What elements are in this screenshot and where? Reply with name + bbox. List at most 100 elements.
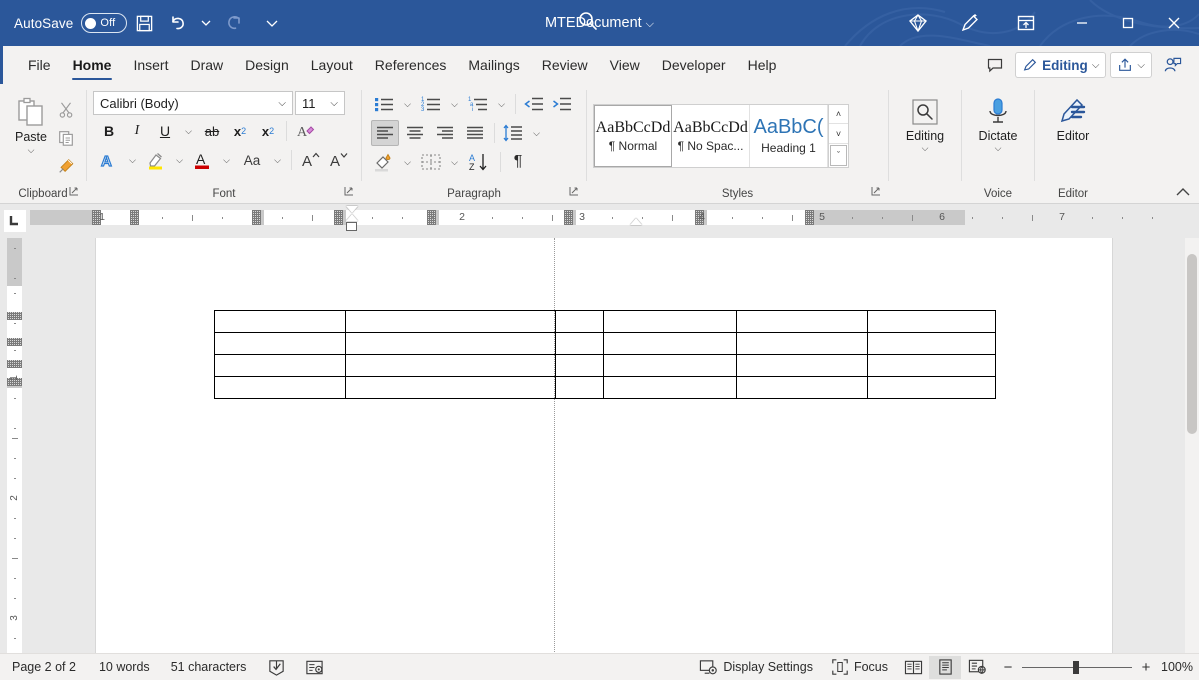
table-cell[interactable] [868, 377, 996, 399]
autosave-toggle[interactable]: Off [81, 13, 127, 33]
style-no-spacing[interactable]: AaBbCcDd ¶ No Spac... [672, 105, 750, 167]
shrink-font-button[interactable]: A [325, 147, 351, 173]
table-cell[interactable] [346, 355, 556, 377]
subscript-button[interactable]: x2 [227, 118, 253, 144]
accessibility-checker-button[interactable] [295, 656, 333, 679]
table-row-marker[interactable] [7, 360, 22, 368]
bullets-button[interactable] [371, 91, 397, 117]
borders-dropdown[interactable]: ⌵ [446, 149, 463, 175]
editing-button[interactable]: Editing ⌵ [895, 91, 955, 152]
copilot-diamond-button[interactable] [901, 6, 935, 40]
numbering-dropdown[interactable]: ⌵ [446, 91, 463, 117]
font-size-combo[interactable]: 11 ⌵ [295, 91, 345, 115]
paste-button[interactable]: Paste ⌵ [10, 91, 52, 156]
tab-review[interactable]: Review [531, 46, 599, 84]
style-normal[interactable]: AaBbCcDd ¶ Normal [594, 105, 672, 167]
table-cell[interactable] [868, 355, 996, 377]
document-table[interactable] [214, 310, 996, 399]
justify-button[interactable] [461, 120, 489, 146]
underline-button[interactable]: U [152, 118, 178, 144]
tab-home[interactable]: Home [62, 46, 123, 84]
character-count[interactable]: 51 characters [159, 656, 256, 679]
table-row[interactable] [215, 333, 996, 355]
tab-layout[interactable]: Layout [300, 46, 364, 84]
cut-button[interactable] [52, 97, 80, 123]
undo-dropdown-button[interactable] [195, 6, 217, 40]
tab-developer[interactable]: Developer [651, 46, 737, 84]
read-mode-button[interactable] [897, 656, 929, 679]
zoom-slider-track[interactable] [1022, 667, 1132, 668]
line-spacing-dropdown[interactable]: ⌵ [528, 120, 545, 146]
tab-mailings[interactable]: Mailings [457, 46, 530, 84]
borders-button[interactable] [418, 149, 444, 175]
align-center-button[interactable] [401, 120, 429, 146]
change-case-button[interactable]: Aa [237, 147, 267, 173]
chevron-down-icon[interactable]: ⌵ [28, 145, 35, 156]
zoom-level[interactable]: 100% [1161, 660, 1199, 674]
table-cell[interactable] [737, 333, 868, 355]
strikethrough-button[interactable]: ab [199, 118, 225, 144]
highlight-dropdown[interactable]: ⌵ [171, 147, 188, 173]
tab-stop-selector[interactable] [0, 204, 30, 238]
document-canvas[interactable] [30, 238, 1185, 653]
tab-file[interactable]: File [17, 46, 62, 84]
table-column-marker[interactable] [564, 210, 573, 225]
table-cell[interactable] [737, 377, 868, 399]
close-button[interactable] [1151, 0, 1197, 46]
font-color-button[interactable]: A [190, 147, 216, 173]
ribbon-display-options-button[interactable] [1009, 6, 1043, 40]
table-cell[interactable] [215, 355, 346, 377]
shading-dropdown[interactable]: ⌵ [399, 149, 416, 175]
paragraph-dialog-launcher[interactable] [569, 186, 580, 200]
align-right-button[interactable] [431, 120, 459, 146]
focus-button[interactable]: Focus [822, 656, 897, 679]
page-indicator[interactable]: Page 2 of 2 [0, 656, 85, 679]
table-cell[interactable] [556, 311, 604, 333]
table-cell[interactable] [737, 311, 868, 333]
table-cell[interactable] [604, 311, 737, 333]
designer-pen-button[interactable] [953, 6, 987, 40]
redo-button[interactable] [217, 6, 251, 40]
undo-button[interactable] [161, 6, 195, 40]
sort-button[interactable]: A Z [465, 149, 495, 175]
table-column-marker[interactable] [252, 210, 261, 225]
increase-indent-button[interactable] [549, 91, 575, 117]
superscript-button[interactable]: x2 [255, 118, 281, 144]
maximize-button[interactable] [1105, 0, 1151, 46]
editing-mode-button[interactable]: Editing ⌵ [1015, 52, 1106, 78]
table-row[interactable] [215, 311, 996, 333]
web-layout-button[interactable] [961, 656, 993, 679]
table-cell[interactable] [604, 333, 737, 355]
styles-scroll-up-button[interactable]: ˄ [829, 105, 848, 125]
comments-button[interactable] [979, 52, 1011, 78]
table-column-marker[interactable] [805, 210, 814, 225]
editor-button[interactable]: Editor [1043, 91, 1103, 143]
change-case-dropdown[interactable]: ⌵ [269, 147, 286, 173]
table-row-marker[interactable] [7, 338, 22, 346]
zoom-in-button[interactable]: + [1139, 659, 1153, 676]
tab-view[interactable]: View [599, 46, 651, 84]
title-dropdown-caret[interactable]: ⌵ [646, 18, 654, 30]
tab-help[interactable]: Help [737, 46, 788, 84]
catch-up-button[interactable] [1156, 52, 1189, 78]
bold-button[interactable]: B [96, 118, 122, 144]
save-button[interactable] [127, 6, 161, 40]
zoom-slider-thumb[interactable] [1073, 661, 1079, 674]
zoom-out-button[interactable]: − [1001, 659, 1015, 676]
text-effects-button[interactable]: A [96, 147, 122, 173]
table-cell[interactable] [215, 311, 346, 333]
table-cell[interactable] [604, 355, 737, 377]
print-layout-button[interactable] [929, 656, 961, 679]
italic-button[interactable]: I [124, 118, 150, 144]
highlight-button[interactable] [143, 147, 169, 173]
font-dialog-launcher[interactable] [344, 186, 355, 200]
tab-design[interactable]: Design [234, 46, 300, 84]
show-formatting-marks-button[interactable]: ¶ [506, 149, 530, 175]
chevron-down-icon[interactable]: ⌵ [922, 144, 929, 152]
horizontal-ruler[interactable]: 1 2 3 4 5 6 7 [30, 204, 1199, 238]
table-row-marker[interactable] [7, 312, 22, 320]
table-cell[interactable] [556, 377, 604, 399]
tab-references[interactable]: References [364, 46, 458, 84]
table-cell[interactable] [556, 333, 604, 355]
table-cell[interactable] [346, 311, 556, 333]
